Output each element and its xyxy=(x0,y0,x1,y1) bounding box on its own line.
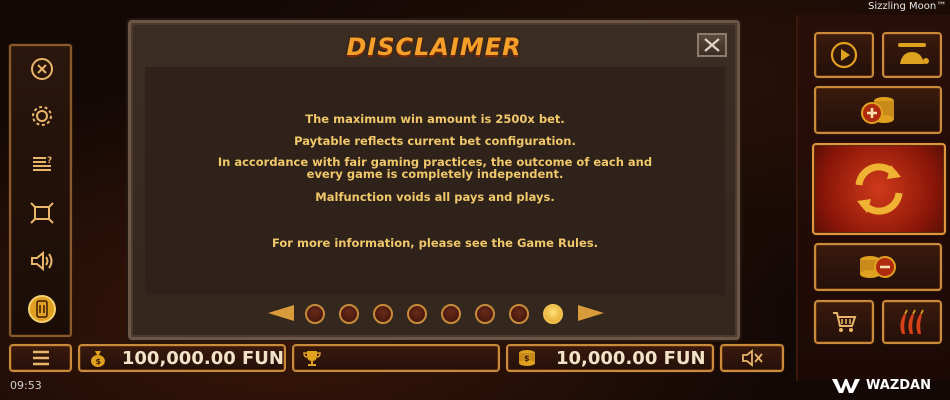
page-dot[interactable] xyxy=(373,304,393,324)
close-icon[interactable] xyxy=(25,52,59,86)
page-dot[interactable] xyxy=(305,304,325,324)
chili-peppers-icon xyxy=(900,309,924,334)
brand-name: WAZDAN xyxy=(866,378,931,393)
disclaimer-dialog: DISCLAIMER The maximum win amount is 250… xyxy=(128,20,740,340)
left-menu: ? xyxy=(9,44,72,337)
coin-stack-icon: $ xyxy=(519,350,535,366)
disclaimer-line: The maximum win amount is 2500x bet. xyxy=(305,112,565,126)
dialog-close-button[interactable] xyxy=(697,33,727,57)
speed-button[interactable] xyxy=(882,32,942,78)
wazdan-logo-icon xyxy=(832,378,860,393)
prev-page-arrow[interactable] xyxy=(268,305,294,321)
menu-button[interactable] xyxy=(9,344,72,372)
svg-text:?: ? xyxy=(47,156,52,166)
trophy-icon xyxy=(303,351,321,366)
bet-value: 10,000.00 FUN xyxy=(556,347,706,369)
disclaimer-line: every game is completely independent. xyxy=(306,167,564,181)
cart-icon xyxy=(833,312,857,332)
paytable-icon[interactable]: ? xyxy=(25,147,59,181)
autoplay-icon xyxy=(830,41,858,69)
turtle-icon xyxy=(898,43,929,64)
sound-off-icon xyxy=(742,349,763,367)
status-time: 09:53 xyxy=(10,379,42,392)
close-x-icon xyxy=(704,38,720,52)
page-pager xyxy=(131,301,737,325)
bet-decrease-button[interactable] xyxy=(814,243,942,291)
disclaimer-line: Paytable reflects current bet configurat… xyxy=(294,134,576,148)
bet-box: $ 10,000.00 FUN xyxy=(506,344,714,372)
win-box xyxy=(292,344,500,372)
balance-value: 100,000.00 FUN xyxy=(121,347,284,369)
disclaimer-line: Malfunction voids all pays and plays. xyxy=(315,190,555,204)
spin-arrows-icon xyxy=(855,163,903,215)
settings-icon[interactable] xyxy=(25,99,59,133)
disclaimer-line: For more information, please see the Gam… xyxy=(272,236,598,250)
next-page-arrow[interactable] xyxy=(578,305,604,321)
buy-feature-button[interactable] xyxy=(814,300,874,344)
volatility-button[interactable] xyxy=(882,300,942,344)
dialog-content: The maximum win amount is 2500x bet. Pay… xyxy=(145,67,725,295)
brand-logo: WAZDAN xyxy=(832,378,931,393)
sound-icon[interactable] xyxy=(25,244,59,278)
autoplay-button[interactable] xyxy=(814,32,874,78)
page-dot[interactable] xyxy=(441,304,461,324)
hamburger-icon xyxy=(32,350,49,366)
info-icon[interactable] xyxy=(25,292,59,326)
svg-text:$: $ xyxy=(95,357,101,366)
page-dot[interactable] xyxy=(475,304,495,324)
page-dot[interactable] xyxy=(407,304,427,324)
game-name: Sizzling Moon™ xyxy=(868,1,947,12)
fullscreen-icon[interactable] xyxy=(25,196,59,230)
bet-increase-button[interactable] xyxy=(814,86,942,134)
page-dot[interactable] xyxy=(543,304,563,324)
page-dot[interactable] xyxy=(339,304,359,324)
spin-button[interactable] xyxy=(812,143,946,235)
svg-text:$: $ xyxy=(524,354,530,363)
bet-plus-icon xyxy=(861,97,894,124)
dialog-title: DISCLAIMER xyxy=(346,33,522,61)
balance-box: $ 100,000.00 FUN xyxy=(78,344,286,372)
bet-minus-icon xyxy=(860,256,896,278)
mute-button[interactable] xyxy=(720,344,784,372)
money-bag-icon: $ xyxy=(90,351,105,367)
page-dot[interactable] xyxy=(509,304,529,324)
